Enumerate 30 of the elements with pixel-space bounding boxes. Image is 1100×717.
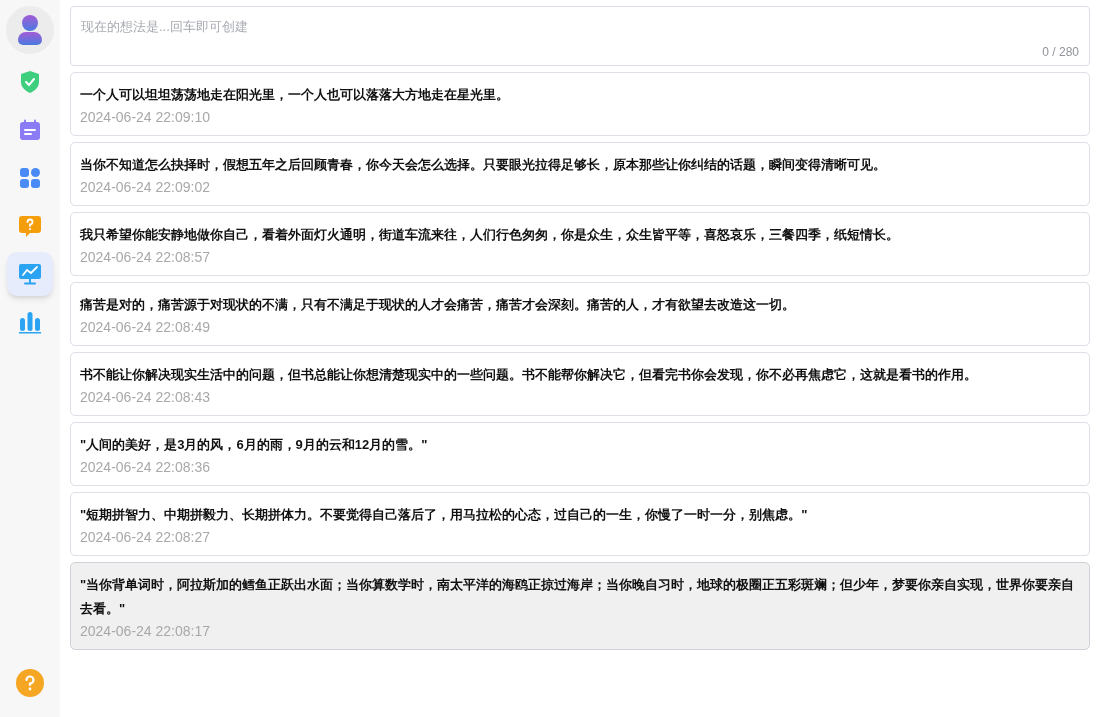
post-time: 2024-06-24 22:09:10 xyxy=(80,108,211,127)
calendar-icon xyxy=(19,119,41,141)
help-icon xyxy=(23,675,37,691)
char-counter: 0 / 280 xyxy=(1042,44,1079,61)
person-icon xyxy=(17,14,43,46)
post-text: 痛苦是对的，痛苦源于对现状的不满，只有不满足于现状的人才会痛苦，痛苦才会深刻。痛苦的人，才有欲望去改造这一切。 xyxy=(80,296,796,314)
post-time: 2024-06-24 22:08:27 xyxy=(80,528,211,547)
post-time: 2024-06-24 22:08:36 xyxy=(80,458,211,477)
post-text: 当你不知道怎么抉择时，假想五年之后回顾青春，你今天会怎么选择。只要眼光拉得足够长，原本那些让你纠结的话题，瞬间变得清晰可见。 xyxy=(80,156,887,174)
post-time: 2024-06-24 22:08:17 xyxy=(80,622,211,641)
thought-input[interactable]: 现在的想法是...回车即可创建 0 / 280 xyxy=(70,6,1090,66)
post-text: "短期拼智力、中期拼毅力、长期拼体力。不要觉得自己落后了，用马拉松的心态，过自己的一生，你慢了一时一分，别焦虑。" xyxy=(80,506,809,524)
post-text: 一个人可以坦坦荡荡地走在阳光里，一个人也可以落落大方地走在星光里。 xyxy=(80,86,510,104)
post-time: 2024-06-24 22:09:02 xyxy=(80,178,211,197)
post-time: 2024-06-24 22:08:49 xyxy=(80,318,211,337)
input-field[interactable]: 现在的想法是...回车即可创建 xyxy=(81,17,1079,43)
grid-icon xyxy=(19,167,41,189)
help-button[interactable] xyxy=(16,669,44,697)
post-text: 书不能让你解决现实生活中的问题，但书总能让你想清楚现实中的一些问题。书不能帮你解决它，但看完书你会发现，你不必再焦虑它，这就是看书的作用。 xyxy=(80,366,978,384)
post-time: 2024-06-24 22:08:43 xyxy=(80,388,211,407)
post-time: 2024-06-24 22:08:57 xyxy=(80,248,211,267)
monitor-chart-icon xyxy=(18,263,42,285)
post-text: "当你背单词时，阿拉斯加的鳕鱼正跃出水面；当你算数学时，南太平洋的海鸥正掠过海岸；当你晚自习时，地球的极圈正五彩斑斓；但少年，梦要你亲自实现，世界你要亲自去看。" xyxy=(80,576,1076,618)
post-text: "人间的美好，是3月的风，6月的雨，9月的云和12月的雪。" xyxy=(80,436,429,454)
post-text: 我只希望你能安静地做你自己，看着外面灯火通明，街道车流来往，人们行色匆匆，你是众生，众生皆平等，喜怒哀乐，三餐四季，纸短情长。 xyxy=(80,226,900,244)
shield-check-icon xyxy=(19,70,41,94)
nav-item[interactable] xyxy=(7,252,53,296)
bar-chart-icon xyxy=(18,310,42,334)
avatar[interactable] xyxy=(6,6,54,54)
question-bubble-icon xyxy=(18,214,42,238)
